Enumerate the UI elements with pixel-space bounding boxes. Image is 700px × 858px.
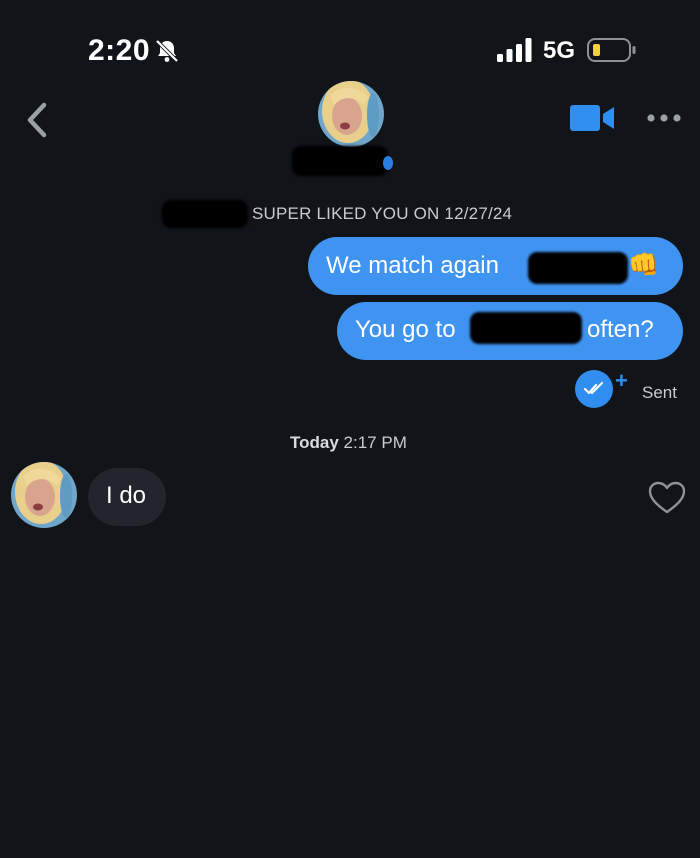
message-redaction <box>470 312 582 344</box>
more-horizontal-icon[interactable] <box>646 108 682 128</box>
status-time: 2:20 <box>88 34 151 67</box>
heart-icon[interactable] <box>648 481 686 515</box>
network-type: 5G <box>543 37 576 64</box>
sent-status: Sent <box>642 383 677 402</box>
fist-emoji: 👊 <box>628 251 660 279</box>
message-text: You go to <box>355 316 456 343</box>
bell-slash-icon <box>155 39 179 63</box>
incoming-message[interactable]: I do <box>88 468 167 526</box>
verified-badge-icon <box>383 156 393 170</box>
sender-avatar[interactable] <box>11 462 77 528</box>
message-text: I do <box>106 482 147 509</box>
message-redaction <box>528 252 628 284</box>
plus-icon[interactable]: + <box>615 368 628 394</box>
match-name-redacted <box>292 146 388 176</box>
date-separator: Today 2:17 PM <box>290 433 407 453</box>
chevron-left-icon[interactable] <box>20 100 54 140</box>
date-time: 2:17 PM <box>343 433 407 452</box>
video-camera-icon[interactable] <box>568 100 616 136</box>
message-text: We match again <box>326 252 499 279</box>
superlike-name-redacted <box>162 200 248 228</box>
signal-bars-icon <box>497 38 532 62</box>
read-receipt-icon[interactable] <box>575 370 613 408</box>
match-avatar[interactable] <box>318 81 384 147</box>
superlike-notice: SUPER LIKED YOU ON 12/27/24 <box>252 204 513 223</box>
battery-low-icon <box>587 38 636 62</box>
message-text: often? <box>587 316 654 343</box>
date-day: Today <box>290 433 339 452</box>
